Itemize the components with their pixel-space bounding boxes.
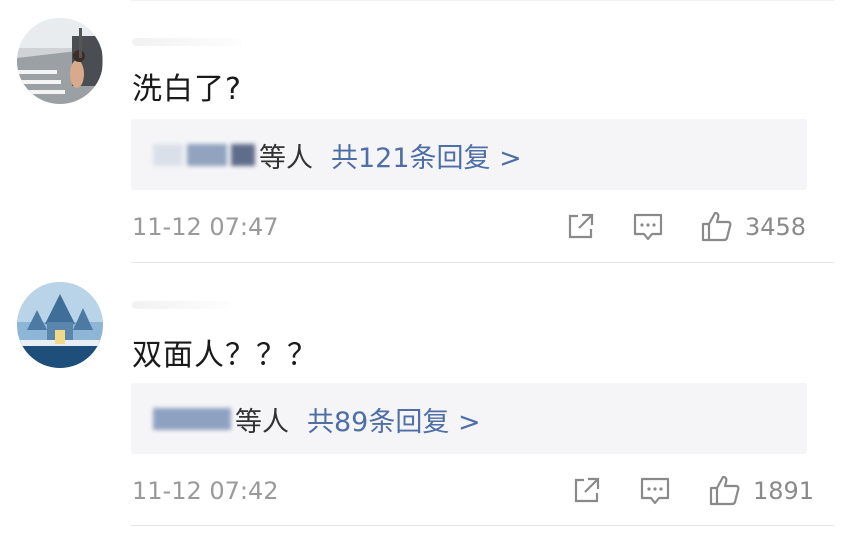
reply-names: 等人 共89条回复 > bbox=[153, 403, 481, 438]
redacted-name bbox=[153, 144, 183, 166]
comment-divider bbox=[131, 525, 834, 526]
comment-meta: 11-12 07:42 1891 bbox=[132, 471, 814, 511]
user-avatar-photo-street-icon bbox=[17, 18, 103, 104]
avatar[interactable] bbox=[17, 18, 103, 104]
reply-names: 等人 共121条回复 > bbox=[153, 139, 522, 174]
comment-meta: 11-12 07:47 3458 bbox=[132, 207, 808, 247]
comment-item: 洗白了? 等人 共121条回复 > 11-12 07:47 3458 bbox=[0, 0, 848, 262]
redacted-name bbox=[231, 144, 255, 166]
user-avatar-photo-castle-icon bbox=[17, 282, 103, 368]
share-button[interactable] bbox=[564, 209, 598, 243]
comment-icon bbox=[633, 213, 663, 241]
redacted-name bbox=[187, 144, 227, 166]
username-redacted bbox=[132, 38, 242, 46]
share-button[interactable] bbox=[570, 473, 604, 507]
redacted-name bbox=[153, 408, 231, 430]
share-icon bbox=[568, 213, 594, 239]
share-icon bbox=[574, 477, 600, 503]
reply-count-link[interactable]: 共121条回复 > bbox=[331, 136, 522, 175]
comment-icon bbox=[640, 477, 670, 505]
timestamp: 11-12 07:42 bbox=[132, 477, 279, 505]
username-redacted bbox=[132, 301, 232, 309]
timestamp: 11-12 07:47 bbox=[132, 213, 279, 241]
like-button[interactable] bbox=[708, 473, 742, 507]
comment-item: 双面人？？？ 等人 共89条回复 > 11-12 07:42 1891 bbox=[0, 263, 848, 525]
comment-text: 洗白了? bbox=[132, 72, 242, 107]
thumbs-up-icon bbox=[701, 211, 732, 242]
like-button[interactable] bbox=[700, 209, 734, 243]
comment-list: 洗白了? 等人 共121条回复 > 11-12 07:47 3458 双面人？？… bbox=[0, 0, 848, 542]
like-count: 1891 bbox=[753, 477, 815, 505]
reply-suffix: 等人 bbox=[235, 406, 289, 438]
avatar[interactable] bbox=[17, 282, 103, 368]
thumbs-up-icon bbox=[709, 475, 740, 506]
comment-text: 双面人？？？ bbox=[132, 338, 318, 373]
like-count: 3458 bbox=[745, 213, 807, 241]
reply-preview[interactable]: 等人 共121条回复 > bbox=[131, 119, 807, 190]
reply-suffix: 等人 bbox=[259, 142, 313, 174]
reply-preview[interactable]: 等人 共89条回复 > bbox=[131, 383, 807, 454]
reply-count-link[interactable]: 共89条回复 > bbox=[307, 400, 481, 439]
comment-button[interactable] bbox=[631, 209, 665, 243]
comment-button[interactable] bbox=[638, 473, 672, 507]
